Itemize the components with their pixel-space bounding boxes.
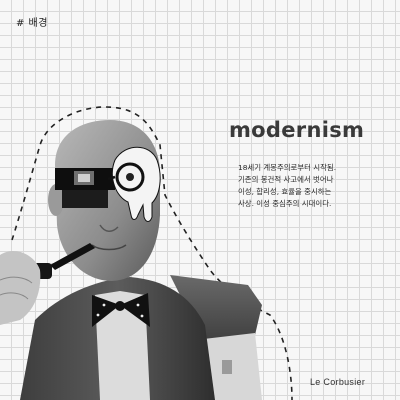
collage-strip	[62, 190, 108, 208]
title: modernism	[229, 118, 365, 142]
section-tag: # 배경	[16, 18, 48, 29]
description-line: 이성, 합리성, 효율을 중시하는	[238, 187, 332, 196]
hand	[0, 250, 41, 325]
le-corbusier-collage	[0, 106, 293, 400]
chapel-window	[222, 360, 232, 374]
caption: Le Corbusier	[310, 377, 366, 387]
description: 18세기 계몽주의로부터 시작됨. 기존의 봉건적 사고에서 벗어나 이성, 합…	[238, 162, 388, 210]
description-line: 18세기 계몽주의로부터 시작됨.	[238, 163, 337, 172]
description-line: 사상. 이성 중심주의 시대이다.	[238, 199, 332, 208]
description-line: 기존의 봉건적 사고에서 벗어나	[238, 175, 334, 184]
poster: # 배경 modernism 18세기 계몽주의로부터 시작됨. 기존의 봉건적…	[0, 0, 400, 400]
